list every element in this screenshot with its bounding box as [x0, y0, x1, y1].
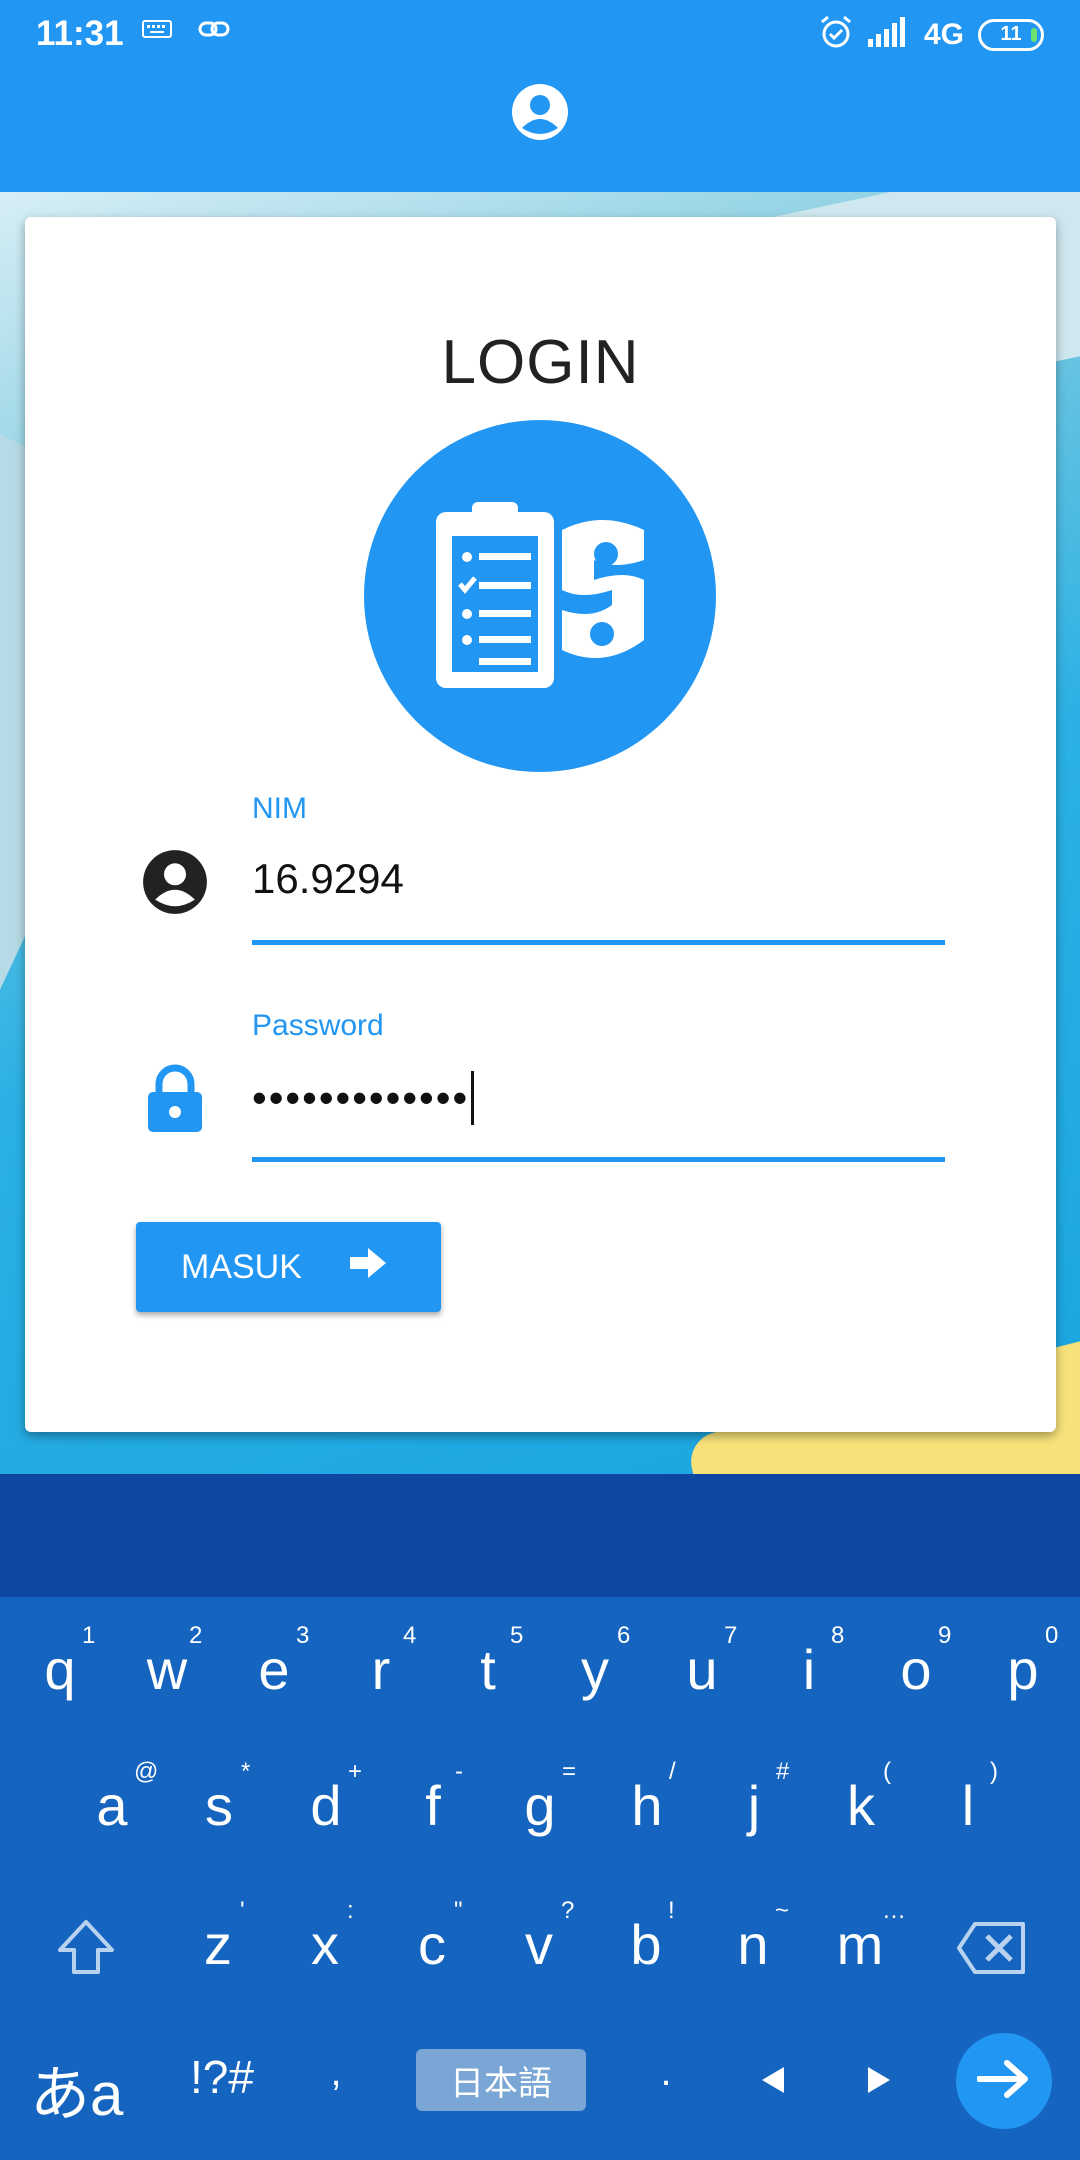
nim-label: NIM: [252, 792, 307, 825]
nim-input[interactable]: 16.9294: [252, 855, 404, 903]
nim-underline: [252, 940, 945, 945]
key-hint-j: #: [776, 1758, 790, 1785]
masuk-button[interactable]: MASUK: [136, 1222, 441, 1312]
keyboard-icon: [142, 18, 172, 45]
lock-icon: [146, 1064, 204, 1139]
key-hint-z: ': [240, 1897, 245, 1924]
language-key[interactable]: 日本語: [416, 2049, 586, 2111]
keyboard-toolbar: [0, 1474, 1080, 1597]
password-mask: •••••••••••••: [252, 1074, 470, 1121]
login-title: LOGIN: [441, 328, 640, 397]
key-z[interactable]: z: [178, 1912, 258, 1977]
key-hint-r: 4: [403, 1622, 417, 1649]
kana-key[interactable]: あa: [30, 2046, 123, 2133]
password-label: Password: [252, 1009, 384, 1042]
key-hint-d: +: [348, 1758, 363, 1785]
backspace-key[interactable]: [955, 1920, 1027, 1981]
alarm-icon: [818, 14, 854, 55]
key-hint-t: 5: [510, 1622, 524, 1649]
key-hint-b: !: [668, 1897, 675, 1924]
masuk-button-label: MASUK: [181, 1247, 302, 1286]
key-hint-u: 7: [724, 1622, 738, 1649]
key-hint-x: :: [347, 1897, 354, 1924]
signal-icon: [867, 17, 910, 52]
key-hint-k: (: [883, 1758, 891, 1785]
network-type: 4G: [923, 17, 964, 51]
key-hint-w: 2: [189, 1622, 203, 1649]
key-hint-f: -: [455, 1758, 463, 1785]
key-hint-y: 6: [617, 1622, 631, 1649]
app-bar: 11:31 4G 11: [0, 0, 1080, 192]
key-hint-s: *: [241, 1758, 251, 1785]
comma-key[interactable]: ,: [296, 2050, 376, 2095]
login-card: LOGIN NIM 16.9294 Password •••••••••••••…: [25, 217, 1056, 1432]
clipboard-checklist-logo-icon: [364, 420, 716, 772]
key-hint-n: ~: [775, 1897, 790, 1924]
key-hint-v: ?: [561, 1897, 575, 1924]
key-hint-l: ): [990, 1758, 998, 1785]
key-hint-m: …: [882, 1897, 906, 1924]
cursor-left-key[interactable]: [760, 2065, 786, 2100]
key-hint-o: 9: [938, 1622, 952, 1649]
key-hint-a: @: [134, 1758, 159, 1785]
battery-level: 11: [1000, 23, 1022, 45]
key-hint-e: 3: [296, 1622, 310, 1649]
period-key[interactable]: .: [626, 2050, 706, 2095]
arrow-right-icon: [976, 2059, 1031, 2104]
status-time: 11:31: [36, 14, 124, 53]
shift-key[interactable]: [55, 1918, 117, 1983]
password-input[interactable]: •••••••••••••: [252, 1071, 475, 1125]
key-hint-c: ": [454, 1897, 463, 1924]
key-hint-q: 1: [82, 1622, 96, 1649]
nim-field-icon: [142, 849, 208, 920]
key-hint-p: 0: [1045, 1622, 1059, 1649]
enter-key[interactable]: [956, 2033, 1052, 2129]
key-hint-i: 8: [831, 1622, 845, 1649]
link-icon: [198, 18, 230, 45]
battery-icon: 11: [978, 18, 1044, 51]
key-hint-g: =: [562, 1758, 577, 1785]
key-hint-h: /: [669, 1758, 676, 1785]
password-underline: [252, 1157, 945, 1162]
arrow-right-icon: [349, 1247, 386, 1287]
symbols-key[interactable]: !?#: [172, 2050, 272, 2104]
account-circle-icon[interactable]: [510, 82, 570, 147]
cursor-right-key[interactable]: [866, 2065, 892, 2100]
text-caret: [471, 1071, 475, 1125]
